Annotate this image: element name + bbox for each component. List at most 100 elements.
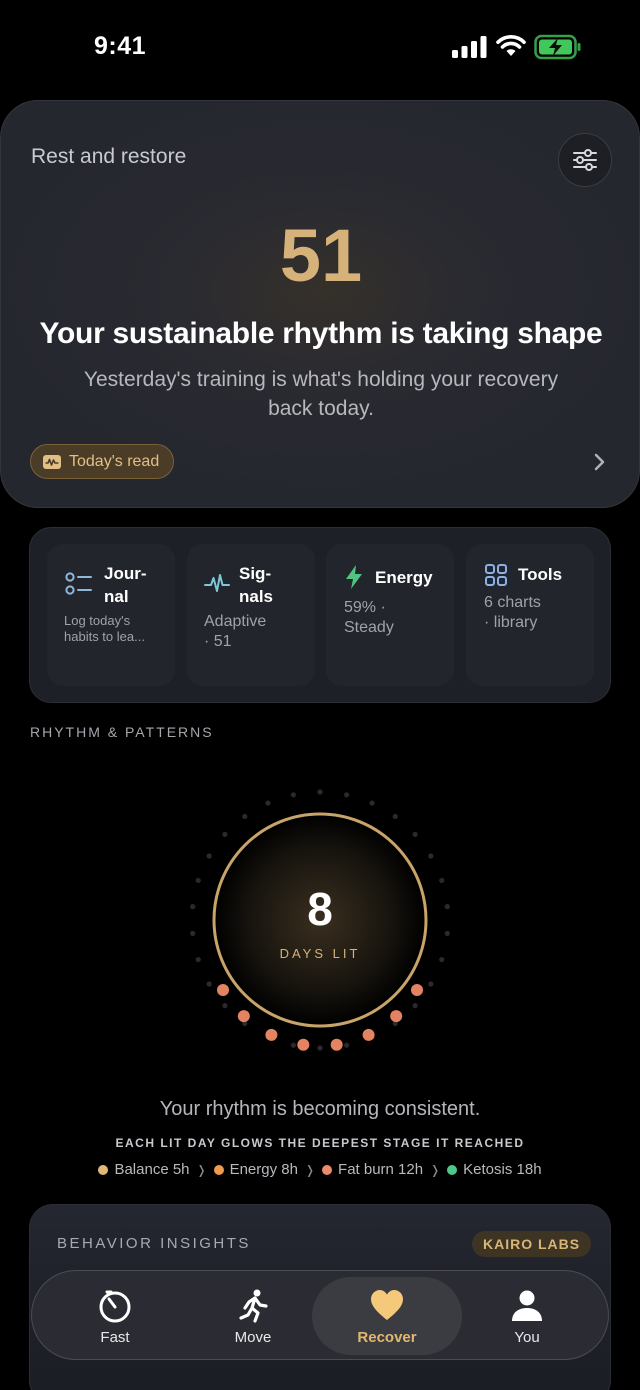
legend-label: Energy 8h bbox=[229, 1161, 298, 1178]
day-dot bbox=[412, 1003, 418, 1009]
legend-item: Fat burn 12h bbox=[322, 1161, 423, 1178]
tab-bar: Fast Move Recover You bbox=[31, 1270, 609, 1360]
kairo-labs-badge: KAIRO LABS bbox=[472, 1231, 592, 1257]
day-dot bbox=[265, 800, 271, 806]
day-dot bbox=[344, 1042, 350, 1048]
signals-tile[interactable]: Sig- nals Adaptive · 51 bbox=[187, 544, 315, 686]
wifi-icon bbox=[496, 35, 526, 56]
journal-tile[interactable]: Jour- nal Log today's habits to lea... bbox=[47, 544, 175, 686]
legend-label: Balance 5h bbox=[114, 1161, 190, 1178]
tile-title-line1: Jour- bbox=[104, 564, 147, 583]
recovery-score: 51 bbox=[279, 214, 363, 297]
tile-subtitle-line1: 6 charts bbox=[484, 594, 541, 611]
day-dot bbox=[222, 831, 228, 837]
insights-title: BEHAVIOR INSIGHTS bbox=[57, 1235, 251, 1252]
legend-item: Energy 8h bbox=[213, 1161, 298, 1178]
day-dot bbox=[290, 1042, 296, 1048]
legend-label: Fat burn 12h bbox=[338, 1161, 424, 1178]
tile-title: Energy bbox=[375, 568, 433, 587]
section-title: RHYTHM & PATTERNS bbox=[30, 724, 214, 740]
battery-charging-icon bbox=[534, 34, 581, 60]
lit-day-dot bbox=[362, 1028, 375, 1041]
day-dot bbox=[290, 792, 296, 798]
tile-title-line2: nals bbox=[239, 587, 274, 606]
status-bar: 9:41 bbox=[0, 0, 640, 96]
tab-label: You bbox=[514, 1329, 540, 1346]
cellular-signal-icon bbox=[452, 36, 487, 58]
subtitle: Yesterday's training is what's holding y… bbox=[83, 368, 559, 420]
legend-separator: ❭ bbox=[304, 1162, 316, 1177]
tile-subtitle-line1: 59% · bbox=[344, 599, 386, 616]
todays-read-button[interactable]: Today's read bbox=[30, 444, 175, 479]
lit-day-dot bbox=[330, 1038, 343, 1051]
tab-label: Fast bbox=[100, 1329, 130, 1346]
legend-dot bbox=[447, 1164, 458, 1175]
tab-label: Recover bbox=[357, 1329, 417, 1346]
lightning-icon bbox=[346, 565, 362, 589]
legend-dot bbox=[322, 1164, 333, 1175]
grid-icon bbox=[485, 564, 507, 586]
day-dot bbox=[222, 1003, 228, 1009]
status-time: 9:41 bbox=[94, 32, 147, 60]
lit-day-dot bbox=[237, 1010, 250, 1023]
legend-item: Ketosis 18h bbox=[447, 1161, 542, 1178]
tab-label: Move bbox=[234, 1329, 272, 1346]
tab-you[interactable]: You bbox=[452, 1277, 602, 1355]
legend-item: Balance 5h bbox=[98, 1161, 190, 1178]
day-dot bbox=[369, 800, 375, 806]
sliders-icon bbox=[573, 149, 597, 171]
day-dot bbox=[317, 789, 323, 795]
days-lit-value: 8 bbox=[307, 883, 333, 935]
legend-dot bbox=[98, 1164, 109, 1175]
energy-tile[interactable]: Energy 59% · Steady bbox=[326, 544, 454, 686]
card-title: Rest and restore bbox=[31, 145, 187, 168]
lit-day-dot bbox=[297, 1038, 310, 1051]
person-icon bbox=[512, 1290, 542, 1321]
legend-separator: ❭ bbox=[430, 1162, 441, 1177]
lit-day-dot bbox=[217, 984, 230, 996]
day-dot bbox=[344, 792, 350, 798]
legend-label: Ketosis 18h bbox=[463, 1161, 542, 1178]
tile-subtitle-line1: Adaptive bbox=[204, 613, 267, 630]
recovery-score-card[interactable]: Rest and restore 51 Your sustainable rhy… bbox=[0, 100, 640, 508]
tile-subtitle: Log today's habits to lea... bbox=[64, 613, 145, 644]
tile-subtitle-line2: · library bbox=[484, 614, 538, 631]
day-dot bbox=[428, 853, 434, 859]
tab-fast[interactable]: Fast bbox=[40, 1277, 190, 1355]
tab-recover[interactable]: Recover bbox=[312, 1277, 462, 1355]
heart-icon bbox=[371, 1290, 403, 1320]
day-dot bbox=[317, 1045, 323, 1051]
day-dot bbox=[206, 853, 212, 859]
legend-dot bbox=[213, 1164, 224, 1175]
day-dot bbox=[392, 813, 398, 820]
tools-tile[interactable]: Tools 6 charts · library bbox=[466, 544, 594, 686]
todays-read-label: Today's read bbox=[69, 452, 160, 470]
days-lit-label: DAYS LIT bbox=[279, 946, 361, 961]
tile-subtitle-line2: · 51 bbox=[204, 633, 232, 650]
lit-day-dot bbox=[410, 984, 423, 996]
day-dot bbox=[412, 831, 418, 837]
stage-legend: Balance 5h ❭ Energy 8h ❭ Fat burn 12h ❭ … bbox=[0, 1161, 640, 1178]
running-icon bbox=[239, 1289, 268, 1323]
checklist-icon bbox=[65, 572, 92, 595]
rhythm-message: Your rhythm is becoming consistent. bbox=[159, 1098, 481, 1120]
tile-title: Tools bbox=[518, 565, 563, 584]
rhythm-note: EACH LIT DAY GLOWS THE DEEPEST STAGE IT … bbox=[115, 1136, 525, 1150]
tile-title-line2: nal bbox=[104, 587, 129, 606]
filter-button[interactable] bbox=[558, 133, 612, 187]
wave-card-icon bbox=[43, 454, 61, 469]
tile-subtitle-line2: Steady bbox=[344, 619, 394, 636]
timer-icon bbox=[99, 1290, 131, 1323]
lit-day-dot bbox=[265, 1028, 278, 1041]
tile-title-line1: Sig- bbox=[239, 564, 272, 583]
day-dot bbox=[428, 981, 434, 987]
tab-move[interactable]: Move bbox=[178, 1277, 328, 1355]
day-dot bbox=[206, 981, 212, 987]
day-dot bbox=[242, 813, 248, 820]
lit-day-dot bbox=[390, 1010, 403, 1023]
pulse-icon bbox=[204, 574, 230, 592]
legend-separator: ❭ bbox=[196, 1162, 207, 1177]
quick-actions: Jour- nal Log today's habits to lea... S… bbox=[29, 527, 611, 703]
chevron-right-icon[interactable] bbox=[591, 451, 607, 473]
headline: Your sustainable rhythm is taking shape bbox=[39, 317, 603, 350]
